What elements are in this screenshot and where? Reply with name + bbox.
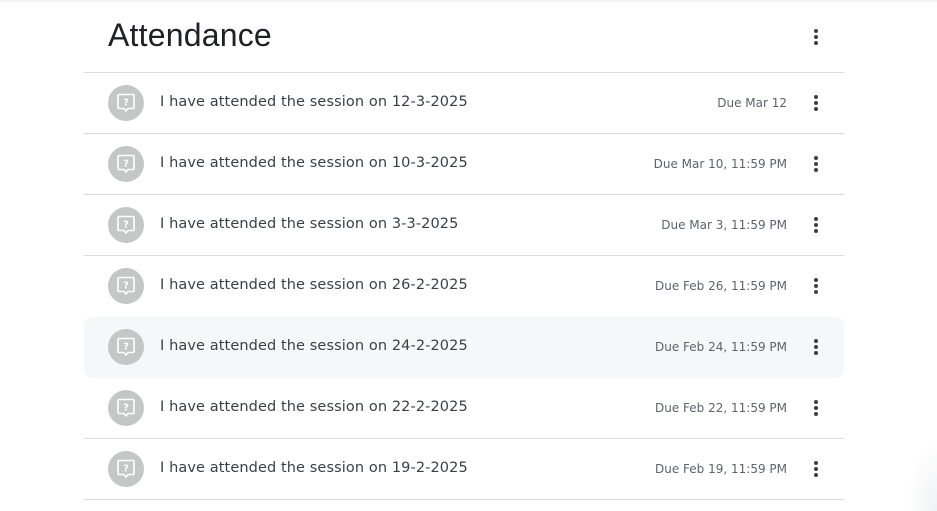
more-vert-icon	[814, 95, 818, 111]
corner-shadow	[907, 441, 937, 511]
question-assignment-icon: ?	[108, 146, 144, 182]
assignment-row[interactable]: ? I have attended the session on 3-3-2025…	[84, 195, 844, 256]
more-vert-icon	[814, 217, 818, 233]
more-vert-icon	[814, 278, 818, 294]
assignment-more-options-button[interactable]	[802, 89, 830, 117]
assignment-more-options-button[interactable]	[802, 394, 830, 422]
assignment-title[interactable]: I have attended the session on 24-2-2025	[160, 338, 468, 354]
assignment-row[interactable]: ? I have attended the session on 24-2-202…	[84, 317, 844, 378]
due-date: Due Mar 12	[717, 96, 787, 110]
assignment-title[interactable]: I have attended the session on 12-3-2025	[160, 94, 468, 110]
due-date: Due Mar 10, 11:59 PM	[653, 157, 787, 171]
assignment-more-options-button[interactable]	[802, 150, 830, 178]
due-date: Due Feb 19, 11:59 PM	[655, 462, 787, 476]
due-date: Due Feb 26, 11:59 PM	[655, 279, 787, 293]
more-vert-icon	[814, 156, 818, 172]
assignment-title[interactable]: I have attended the session on 19-2-2025	[160, 460, 468, 476]
question-assignment-icon: ?	[108, 390, 144, 426]
topic-header: Attendance	[84, 0, 844, 73]
assignment-row[interactable]: ? I have attended the session on 12-3-202…	[84, 73, 844, 134]
topic-title: Attendance	[108, 17, 272, 53]
assignment-more-options-button[interactable]	[802, 333, 830, 361]
attendance-topic-section: Attendance ? I have attended the session …	[84, 0, 844, 500]
svg-text:?: ?	[123, 403, 129, 414]
svg-text:?: ?	[123, 281, 129, 292]
assignment-row[interactable]: ? I have attended the session on 19-2-202…	[84, 439, 844, 500]
assignment-row[interactable]: ? I have attended the session on 26-2-202…	[84, 256, 844, 317]
assignment-title[interactable]: I have attended the session on 26-2-2025	[160, 277, 468, 293]
svg-text:?: ?	[123, 98, 129, 109]
svg-text:?: ?	[123, 159, 129, 170]
assignment-row[interactable]: ? I have attended the session on 22-2-202…	[84, 378, 844, 439]
question-assignment-icon: ?	[108, 451, 144, 487]
assignment-more-options-button[interactable]	[802, 455, 830, 483]
due-date: Due Mar 3, 11:59 PM	[661, 218, 787, 232]
question-assignment-icon: ?	[108, 85, 144, 121]
question-assignment-icon: ?	[108, 268, 144, 304]
more-vert-icon	[814, 461, 818, 477]
more-vert-icon	[814, 339, 818, 355]
assignment-title[interactable]: I have attended the session on 3-3-2025	[160, 216, 458, 232]
topic-more-options-button[interactable]	[802, 23, 830, 51]
assignment-more-options-button[interactable]	[802, 211, 830, 239]
due-date: Due Feb 22, 11:59 PM	[655, 401, 787, 415]
due-date: Due Feb 24, 11:59 PM	[655, 340, 787, 354]
question-assignment-icon: ?	[108, 329, 144, 365]
svg-text:?: ?	[123, 342, 129, 353]
svg-text:?: ?	[123, 464, 129, 475]
assignment-more-options-button[interactable]	[802, 272, 830, 300]
svg-text:?: ?	[123, 220, 129, 231]
question-assignment-icon: ?	[108, 207, 144, 243]
assignment-row[interactable]: ? I have attended the session on 10-3-202…	[84, 134, 844, 195]
more-vert-icon	[814, 29, 818, 45]
more-vert-icon	[814, 400, 818, 416]
assignment-list: ? I have attended the session on 12-3-202…	[84, 73, 844, 500]
assignment-title[interactable]: I have attended the session on 22-2-2025	[160, 399, 468, 415]
assignment-title[interactable]: I have attended the session on 10-3-2025	[160, 155, 468, 171]
